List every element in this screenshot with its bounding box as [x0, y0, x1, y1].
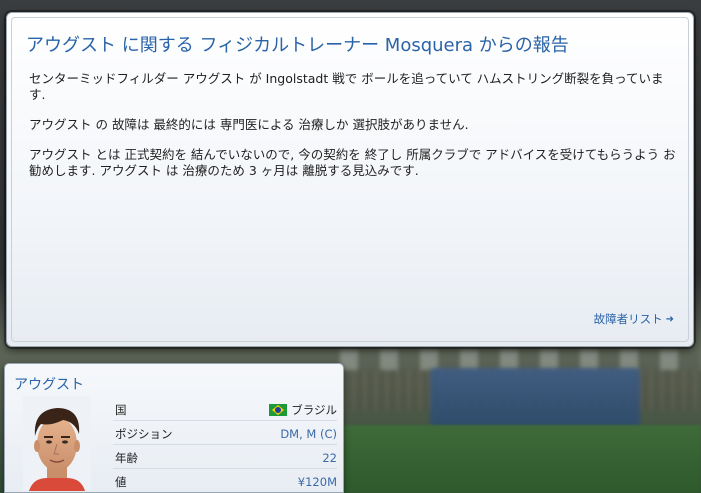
- attribute-value[interactable]: ブラジル: [269, 402, 337, 418]
- physio-report-panel: アウグスト に関する フィジカルトレーナー Mosquera からの報告 センタ…: [6, 12, 694, 347]
- brazil-flag-icon: [269, 403, 288, 416]
- report-inner-frame: アウグスト に関する フィジカルトレーナー Mosquera からの報告 センタ…: [11, 17, 689, 342]
- injury-list-link[interactable]: 故障者リスト ➜: [594, 311, 674, 327]
- report-paragraph-treatment: アウグスト の 故障は 最終的には 専門医による 治療しか 選択肢がありません.: [29, 117, 469, 132]
- player-photo: [23, 396, 91, 491]
- player-name-link[interactable]: アウグスト: [14, 374, 84, 394]
- attribute-row-position: ポジション DM, M (C): [113, 423, 337, 445]
- stadium-lights-background: [340, 350, 701, 370]
- stadium-advertising-board: [430, 368, 640, 428]
- attribute-label: ポジション: [115, 426, 173, 441]
- attribute-label: 値: [115, 475, 127, 489]
- market-value: ¥120M: [297, 475, 337, 489]
- attribute-row-value: 値 ¥120M: [113, 471, 337, 493]
- attribute-row-nationality: 国 ブラジル: [113, 399, 337, 421]
- attribute-label: 国: [115, 402, 127, 417]
- nationality-value: ブラジル: [291, 402, 337, 417]
- arrow-right-icon: ➜: [665, 313, 674, 325]
- pitch-background: [340, 425, 701, 493]
- position-value: DM, M (C): [280, 426, 337, 441]
- report-title: アウグスト に関する フィジカルトレーナー Mosquera からの報告: [26, 35, 569, 56]
- age-value: 22: [322, 450, 337, 465]
- attribute-row-age: 年齢 22: [113, 447, 337, 469]
- attribute-label: 年齢: [115, 450, 138, 465]
- injury-list-link-label: 故障者リスト: [593, 312, 663, 326]
- report-body: センターミッドフィルダー アウグスト が Ingolstadt 戦で ボールを追…: [29, 71, 679, 193]
- player-info-card: アウグスト 国 ブラジル ポジション DM, M (C) 年齢 22 値 ¥12…: [4, 363, 344, 493]
- report-paragraph-injury: センターミッドフィルダー アウグスト が Ingolstadt 戦で ボールを追…: [29, 71, 664, 102]
- report-paragraph-advice: アウグスト とは 正式契約を 結んでいないので, 今の契約を 終了し 所属クラブ…: [29, 147, 676, 178]
